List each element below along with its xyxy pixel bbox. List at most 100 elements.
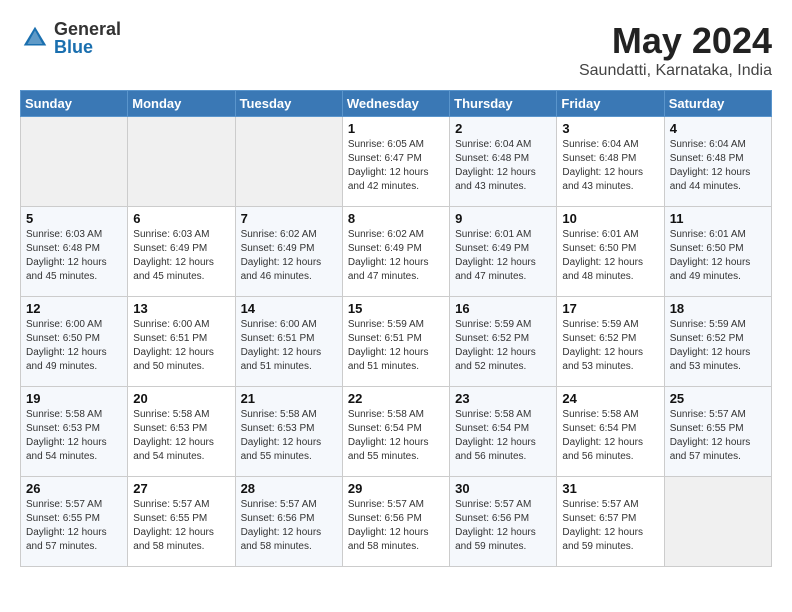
day-info: Sunrise: 5:58 AM Sunset: 6:53 PM Dayligh… <box>133 408 229 464</box>
day-cell-empty <box>21 117 128 207</box>
day-cell-25: 25 Sunrise: 5:57 AM Sunset: 6:55 PM Dayli… <box>664 387 771 477</box>
day-number: 13 <box>133 301 229 316</box>
day-number: 1 <box>348 121 444 136</box>
day-number: 5 <box>26 211 122 226</box>
week-row-2: 5 Sunrise: 6:03 AM Sunset: 6:48 PM Daylig… <box>21 207 772 297</box>
day-number: 11 <box>670 211 766 226</box>
day-cell-19: 19 Sunrise: 5:58 AM Sunset: 6:53 PM Dayli… <box>21 387 128 477</box>
day-cell-20: 20 Sunrise: 5:58 AM Sunset: 6:53 PM Dayli… <box>128 387 235 477</box>
day-info: Sunrise: 5:58 AM Sunset: 6:54 PM Dayligh… <box>455 408 551 464</box>
weekday-header-wednesday: Wednesday <box>342 91 449 117</box>
day-cell-17: 17Sunrise: 5:59 AM Sunset: 6:52 PM Dayli… <box>557 297 664 387</box>
day-info: Sunrise: 6:02 AM Sunset: 6:49 PM Dayligh… <box>241 228 337 284</box>
day-number: 27 <box>133 481 229 496</box>
day-number: 30 <box>455 481 551 496</box>
day-info: Sunrise: 6:03 AM Sunset: 6:48 PM Dayligh… <box>26 228 122 284</box>
day-info: Sunrise: 6:03 AM Sunset: 6:49 PM Dayligh… <box>133 228 229 284</box>
weekday-header-sunday: Sunday <box>21 91 128 117</box>
day-number: 4 <box>670 121 766 136</box>
day-number: 17 <box>562 301 658 316</box>
logo-text: General Blue <box>54 20 121 56</box>
day-number: 7 <box>241 211 337 226</box>
day-cell-14: 14 Sunrise: 6:00 AM Sunset: 6:51 PM Dayli… <box>235 297 342 387</box>
week-row-4: 19 Sunrise: 5:58 AM Sunset: 6:53 PM Dayli… <box>21 387 772 477</box>
day-info: Sunrise: 5:58 AM Sunset: 6:53 PM Dayligh… <box>241 408 337 464</box>
day-number: 2 <box>455 121 551 136</box>
day-cell-2: 2Sunrise: 6:04 AM Sunset: 6:48 PM Daylig… <box>450 117 557 207</box>
day-cell-27: 27 Sunrise: 5:57 AM Sunset: 6:55 PM Dayli… <box>128 477 235 567</box>
day-info: Sunrise: 6:01 AM Sunset: 6:50 PM Dayligh… <box>562 228 658 284</box>
day-number: 8 <box>348 211 444 226</box>
day-info: Sunrise: 5:59 AM Sunset: 6:52 PM Dayligh… <box>455 318 551 374</box>
day-cell-7: 7 Sunrise: 6:02 AM Sunset: 6:49 PM Daylig… <box>235 207 342 297</box>
day-number: 10 <box>562 211 658 226</box>
day-cell-9: 9 Sunrise: 6:01 AM Sunset: 6:49 PM Daylig… <box>450 207 557 297</box>
day-info: Sunrise: 5:57 AM Sunset: 6:56 PM Dayligh… <box>348 498 444 554</box>
day-info: Sunrise: 5:57 AM Sunset: 6:56 PM Dayligh… <box>241 498 337 554</box>
day-number: 18 <box>670 301 766 316</box>
day-number: 23 <box>455 391 551 406</box>
title-block: May 2024 Saundatti, Karnataka, India <box>579 20 772 80</box>
day-cell-5: 5 Sunrise: 6:03 AM Sunset: 6:48 PM Daylig… <box>21 207 128 297</box>
day-number: 16 <box>455 301 551 316</box>
day-number: 24 <box>562 391 658 406</box>
day-info: Sunrise: 5:57 AM Sunset: 6:55 PM Dayligh… <box>670 408 766 464</box>
day-cell-8: 8Sunrise: 6:02 AM Sunset: 6:49 PM Daylig… <box>342 207 449 297</box>
calendar-table: SundayMondayTuesdayWednesdayThursdayFrid… <box>20 90 772 567</box>
weekday-header-saturday: Saturday <box>664 91 771 117</box>
day-cell-empty <box>235 117 342 207</box>
day-cell-22: 22Sunrise: 5:58 AM Sunset: 6:54 PM Dayli… <box>342 387 449 477</box>
day-number: 20 <box>133 391 229 406</box>
day-info: Sunrise: 5:57 AM Sunset: 6:57 PM Dayligh… <box>562 498 658 554</box>
day-number: 9 <box>455 211 551 226</box>
day-number: 3 <box>562 121 658 136</box>
logo: General Blue <box>20 20 121 56</box>
day-cell-28: 28 Sunrise: 5:57 AM Sunset: 6:56 PM Dayli… <box>235 477 342 567</box>
logo-blue: Blue <box>54 38 121 56</box>
weekday-header-monday: Monday <box>128 91 235 117</box>
day-cell-18: 18Sunrise: 5:59 AM Sunset: 6:52 PM Dayli… <box>664 297 771 387</box>
day-number: 26 <box>26 481 122 496</box>
day-cell-23: 23 Sunrise: 5:58 AM Sunset: 6:54 PM Dayli… <box>450 387 557 477</box>
page-header: General Blue May 2024 Saundatti, Karnata… <box>20 20 772 80</box>
day-info: Sunrise: 6:05 AM Sunset: 6:47 PM Dayligh… <box>348 138 444 194</box>
day-number: 6 <box>133 211 229 226</box>
week-row-5: 26 Sunrise: 5:57 AM Sunset: 6:55 PM Dayli… <box>21 477 772 567</box>
day-info: Sunrise: 6:00 AM Sunset: 6:51 PM Dayligh… <box>241 318 337 374</box>
week-row-3: 12 Sunrise: 6:00 AM Sunset: 6:50 PM Dayli… <box>21 297 772 387</box>
day-cell-30: 30 Sunrise: 5:57 AM Sunset: 6:56 PM Dayli… <box>450 477 557 567</box>
day-number: 14 <box>241 301 337 316</box>
day-info: Sunrise: 6:04 AM Sunset: 6:48 PM Dayligh… <box>562 138 658 194</box>
day-number: 28 <box>241 481 337 496</box>
day-number: 15 <box>348 301 444 316</box>
day-info: Sunrise: 6:00 AM Sunset: 6:50 PM Dayligh… <box>26 318 122 374</box>
day-info: Sunrise: 5:58 AM Sunset: 6:54 PM Dayligh… <box>562 408 658 464</box>
day-number: 29 <box>348 481 444 496</box>
day-cell-21: 21Sunrise: 5:58 AM Sunset: 6:53 PM Dayli… <box>235 387 342 477</box>
weekday-header-thursday: Thursday <box>450 91 557 117</box>
day-cell-12: 12 Sunrise: 6:00 AM Sunset: 6:50 PM Dayli… <box>21 297 128 387</box>
day-cell-24: 24 Sunrise: 5:58 AM Sunset: 6:54 PM Dayli… <box>557 387 664 477</box>
day-info: Sunrise: 6:01 AM Sunset: 6:49 PM Dayligh… <box>455 228 551 284</box>
logo-icon <box>20 23 50 53</box>
day-cell-26: 26Sunrise: 5:57 AM Sunset: 6:55 PM Dayli… <box>21 477 128 567</box>
weekday-header-row: SundayMondayTuesdayWednesdayThursdayFrid… <box>21 91 772 117</box>
day-cell-empty <box>664 477 771 567</box>
subtitle: Saundatti, Karnataka, India <box>579 62 772 80</box>
day-info: Sunrise: 5:58 AM Sunset: 6:53 PM Dayligh… <box>26 408 122 464</box>
day-info: Sunrise: 5:57 AM Sunset: 6:56 PM Dayligh… <box>455 498 551 554</box>
day-number: 25 <box>670 391 766 406</box>
day-info: Sunrise: 6:04 AM Sunset: 6:48 PM Dayligh… <box>670 138 766 194</box>
day-cell-3: 3 Sunrise: 6:04 AM Sunset: 6:48 PM Daylig… <box>557 117 664 207</box>
logo-general: General <box>54 20 121 38</box>
day-cell-11: 11Sunrise: 6:01 AM Sunset: 6:50 PM Dayli… <box>664 207 771 297</box>
day-info: Sunrise: 6:00 AM Sunset: 6:51 PM Dayligh… <box>133 318 229 374</box>
day-cell-13: 13 Sunrise: 6:00 AM Sunset: 6:51 PM Dayli… <box>128 297 235 387</box>
day-info: Sunrise: 5:57 AM Sunset: 6:55 PM Dayligh… <box>133 498 229 554</box>
day-number: 22 <box>348 391 444 406</box>
day-cell-4: 4 Sunrise: 6:04 AM Sunset: 6:48 PM Daylig… <box>664 117 771 207</box>
day-cell-10: 10 Sunrise: 6:01 AM Sunset: 6:50 PM Dayli… <box>557 207 664 297</box>
day-number: 19 <box>26 391 122 406</box>
day-cell-29: 29 Sunrise: 5:57 AM Sunset: 6:56 PM Dayli… <box>342 477 449 567</box>
day-number: 12 <box>26 301 122 316</box>
